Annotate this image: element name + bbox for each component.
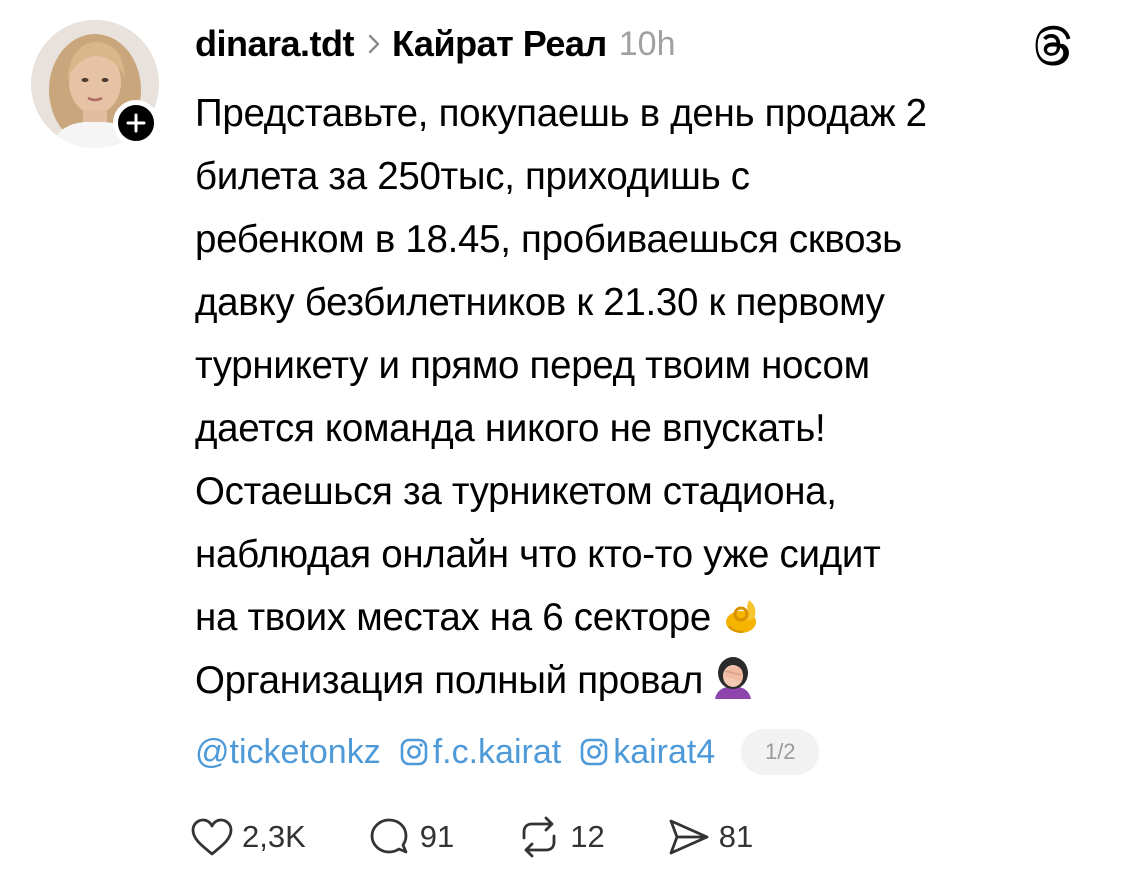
follow-button[interactable] [113, 100, 159, 146]
post-line: Остаешься за турникетом стадиона, [195, 470, 837, 513]
pinched-fingers-icon [726, 600, 757, 633]
post-time: 10h [618, 24, 676, 63]
mention-fckairat-label: f.c.kairat [432, 732, 562, 771]
mentions-row: @ticketonkz f.c.kairat kairat4 1/2 [195, 726, 820, 778]
like-count: 2,3K [242, 819, 306, 854]
post-line: наблюдая онлайн что кто-то уже сидит [195, 533, 881, 576]
page-indicator: 1/2 [741, 729, 820, 775]
mention-kairat4[interactable]: kairat4 [579, 733, 715, 772]
post-line: на твоих местах на 6 секторе [195, 596, 712, 639]
reply-count: 91 [419, 819, 455, 854]
plus-icon [126, 113, 146, 133]
send-icon [669, 819, 709, 855]
post-line-with-emoji: на твоих местах на 6 секторе [195, 586, 1105, 649]
thread-post: dinara.tdt Кайрат Реал 10h Представьте, … [0, 0, 1125, 874]
repost-icon [522, 816, 556, 858]
post-line: билета за 250тыс, приходишь с [195, 155, 750, 198]
mention-ticketonkz[interactable]: @ticketonkz [195, 733, 381, 772]
post-line: ребенком в 18.45, пробиваешься сквозь [195, 218, 902, 261]
post-line: дается команда никого не впускать! [195, 407, 826, 450]
share-count: 81 [718, 819, 754, 854]
username[interactable]: dinara.tdt [195, 23, 355, 65]
community-name[interactable]: Кайрат Реал [392, 23, 607, 65]
post-line: Организация полный провал [195, 659, 703, 702]
instagram-icon [400, 738, 428, 766]
avatar-container [31, 20, 161, 160]
action-bar: 2,3K 91 12 81 [190, 812, 815, 862]
heart-icon [191, 818, 233, 856]
like-button[interactable]: 2,3K [190, 817, 306, 857]
instagram-icon [580, 738, 608, 766]
repost-button[interactable]: 12 [516, 816, 605, 858]
comment-icon [370, 818, 408, 854]
post-body: Представьте, покупаешь в день продаж 2 б… [195, 82, 1105, 712]
post-line: турникету и прямо перед твоим носом [195, 344, 870, 387]
threads-logo-icon[interactable] [1030, 24, 1074, 68]
mention-fckairat[interactable]: f.c.kairat [399, 733, 561, 772]
reply-button[interactable]: 91 [368, 816, 454, 858]
post-header: dinara.tdt Кайрат Реал 10h [195, 18, 676, 70]
mention-kairat4-label: kairat4 [613, 732, 716, 771]
post-line: давку безбилетников к 21.30 к первому [195, 281, 885, 324]
repost-count: 12 [570, 819, 605, 854]
facepalm-woman-icon [714, 657, 751, 699]
chevron-right-icon [368, 34, 380, 54]
post-line-with-emoji: Организация полный провал [195, 649, 1105, 712]
post-line: Представьте, покупаешь в день продаж 2 [195, 92, 927, 135]
share-button[interactable]: 81 [667, 817, 753, 857]
